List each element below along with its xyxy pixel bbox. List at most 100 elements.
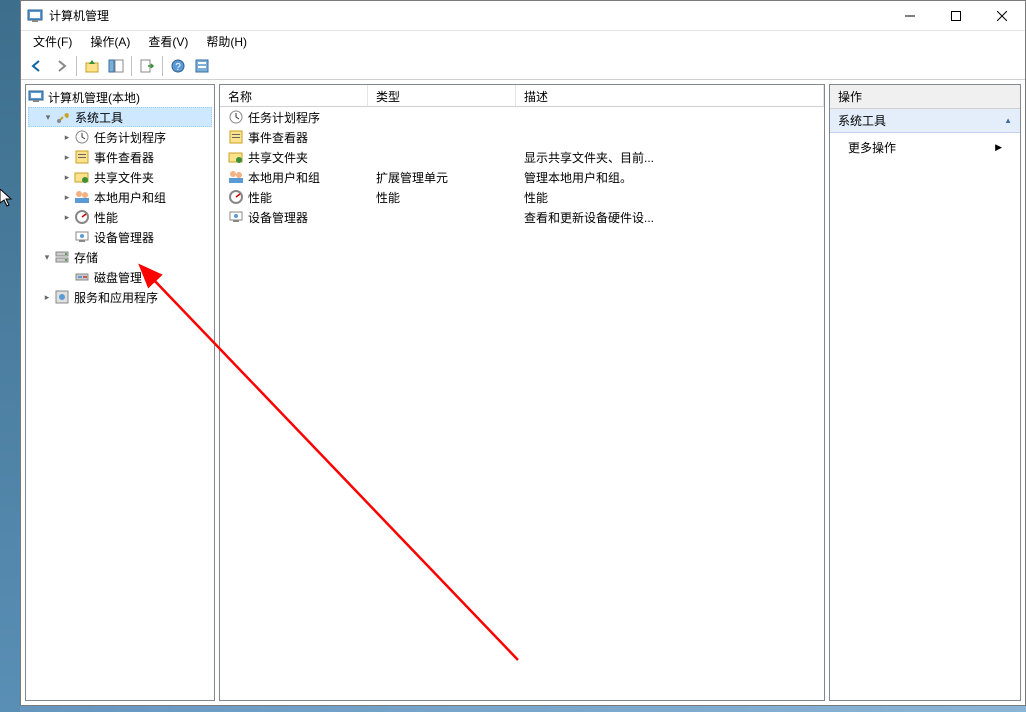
- tree-panel: 计算机管理(本地) ▾ 系统工具 ▸ 任务计划程序: [25, 84, 215, 701]
- tree-disk-management[interactable]: 磁盘管理: [28, 267, 212, 287]
- computer-icon: [28, 89, 44, 105]
- event-icon: [228, 129, 244, 145]
- tree-shared-folders-label: 共享文件夹: [94, 169, 154, 186]
- row-name: 设备管理器: [248, 209, 308, 226]
- list-row[interactable]: 事件查看器: [220, 127, 824, 147]
- row-name: 共享文件夹: [248, 149, 308, 166]
- expander-icon[interactable]: ▾: [40, 250, 54, 264]
- event-icon: [74, 149, 90, 165]
- actions-header: 操作: [830, 85, 1020, 109]
- expander-icon[interactable]: ▸: [40, 290, 54, 304]
- folder-share-icon: [228, 149, 244, 165]
- tree-performance[interactable]: ▸ 性能: [28, 207, 212, 227]
- row-type: 扩展管理单元: [376, 169, 448, 186]
- list-row[interactable]: 设备管理器 查看和更新设备硬件设...: [220, 207, 824, 227]
- row-name: 事件查看器: [248, 129, 308, 146]
- nav-forward-button[interactable]: [49, 54, 73, 78]
- list-body: 任务计划程序事件查看器共享文件夹 显示共享文件夹、目前... 本地用户和组 扩展管理单…: [220, 107, 824, 700]
- tree-task-scheduler[interactable]: ▸ 任务计划程序: [28, 127, 212, 147]
- close-button[interactable]: [979, 1, 1025, 31]
- row-name: 本地用户和组: [248, 169, 320, 186]
- tree-shared-folders[interactable]: ▸ 共享文件夹: [28, 167, 212, 187]
- row-desc: 显示共享文件夹、目前...: [524, 149, 654, 166]
- row-desc: 查看和更新设备硬件设...: [524, 209, 654, 226]
- tree-root-label: 计算机管理(本地): [48, 89, 140, 106]
- expander-icon[interactable]: ▸: [60, 210, 74, 224]
- actions-panel: 操作 系统工具 ▲ 更多操作 ▶: [829, 84, 1021, 701]
- tree-event-viewer-label: 事件查看器: [94, 149, 154, 166]
- body-area: 计算机管理(本地) ▾ 系统工具 ▸ 任务计划程序: [21, 80, 1025, 705]
- list-row[interactable]: 性能性能性能: [220, 187, 824, 207]
- minimize-button[interactable]: [887, 1, 933, 31]
- folder-share-icon: [74, 169, 90, 185]
- row-desc: 管理本地用户和组。: [524, 169, 632, 186]
- collapse-caret-icon: ▲: [1004, 116, 1012, 125]
- device-icon: [74, 229, 90, 245]
- help-button[interactable]: ?: [166, 54, 190, 78]
- nav-back-button[interactable]: [25, 54, 49, 78]
- actions-more-label: 更多操作: [848, 139, 896, 156]
- tree-task-scheduler-label: 任务计划程序: [94, 129, 166, 146]
- tree-storage-label: 存储: [74, 249, 98, 266]
- actions-group[interactable]: 系统工具 ▲: [830, 109, 1020, 133]
- toolbar-separator: [162, 56, 163, 76]
- tree-local-users[interactable]: ▸ 本地用户和组: [28, 187, 212, 207]
- toolbar-separator: [131, 56, 132, 76]
- tools-icon: [55, 109, 71, 125]
- properties-button[interactable]: [190, 54, 214, 78]
- expander-icon[interactable]: ▸: [60, 150, 74, 164]
- app-icon: [27, 8, 43, 24]
- menubar: 文件(F) 操作(A) 查看(V) 帮助(H): [21, 31, 1025, 52]
- menu-action[interactable]: 操作(A): [82, 31, 138, 52]
- storage-icon: [54, 249, 70, 265]
- list-header: 名称 类型 描述: [220, 85, 824, 107]
- expander-icon[interactable]: ▸: [60, 190, 74, 204]
- expander-icon[interactable]: ▾: [41, 110, 55, 124]
- tree-storage[interactable]: ▾ 存储: [28, 247, 212, 267]
- tree-device-manager[interactable]: 设备管理器: [28, 227, 212, 247]
- titlebar: 计算机管理: [21, 1, 1025, 31]
- svg-text:?: ?: [175, 62, 181, 73]
- toolbar-separator: [76, 56, 77, 76]
- menu-help[interactable]: 帮助(H): [198, 31, 255, 52]
- device-icon: [228, 209, 244, 225]
- col-name[interactable]: 名称: [220, 85, 368, 106]
- clock-icon: [228, 109, 244, 125]
- window-title: 计算机管理: [49, 7, 887, 24]
- maximize-button[interactable]: [933, 1, 979, 31]
- tree-root[interactable]: 计算机管理(本地): [28, 87, 212, 107]
- services-icon: [54, 289, 70, 305]
- tree-services-apps[interactable]: ▸ 服务和应用程序: [28, 287, 212, 307]
- tree-event-viewer[interactable]: ▸ 事件查看器: [28, 147, 212, 167]
- actions-more[interactable]: 更多操作 ▶: [830, 133, 1020, 162]
- disk-icon: [74, 269, 90, 285]
- list-panel: 名称 类型 描述 任务计划程序事件查看器共享文件夹显示共享文件夹、目前...本地…: [219, 84, 825, 701]
- menu-file[interactable]: 文件(F): [25, 31, 80, 52]
- show-hide-tree-button[interactable]: [104, 54, 128, 78]
- row-name: 性能: [248, 189, 272, 206]
- list-row[interactable]: 本地用户和组 扩展管理单元 管理本地用户和组。: [220, 167, 824, 187]
- users-icon: [74, 189, 90, 205]
- expander-icon[interactable]: ▸: [60, 170, 74, 184]
- clock-icon: [74, 129, 90, 145]
- tree-system-tools-label: 系统工具: [75, 109, 123, 126]
- col-desc[interactable]: 描述: [516, 85, 824, 106]
- export-button[interactable]: [135, 54, 159, 78]
- list-row[interactable]: 任务计划程序: [220, 107, 824, 127]
- tree-services-apps-label: 服务和应用程序: [74, 289, 158, 306]
- tree-device-manager-label: 设备管理器: [94, 229, 154, 246]
- menu-view[interactable]: 查看(V): [140, 31, 196, 52]
- list-row[interactable]: 共享文件夹 显示共享文件夹、目前...: [220, 147, 824, 167]
- actions-group-label: 系统工具: [838, 112, 886, 129]
- tree-local-users-label: 本地用户和组: [94, 189, 166, 206]
- expander-icon[interactable]: ▸: [60, 130, 74, 144]
- tree-system-tools[interactable]: ▾ 系统工具: [28, 107, 212, 127]
- perf-icon: [74, 209, 90, 225]
- submenu-caret-icon: ▶: [995, 142, 1002, 153]
- toolbar: ?: [21, 52, 1025, 80]
- up-level-button[interactable]: [80, 54, 104, 78]
- window-controls: [887, 1, 1025, 31]
- col-type[interactable]: 类型: [368, 85, 516, 106]
- row-type: 性能: [376, 189, 400, 206]
- users-icon: [228, 169, 244, 185]
